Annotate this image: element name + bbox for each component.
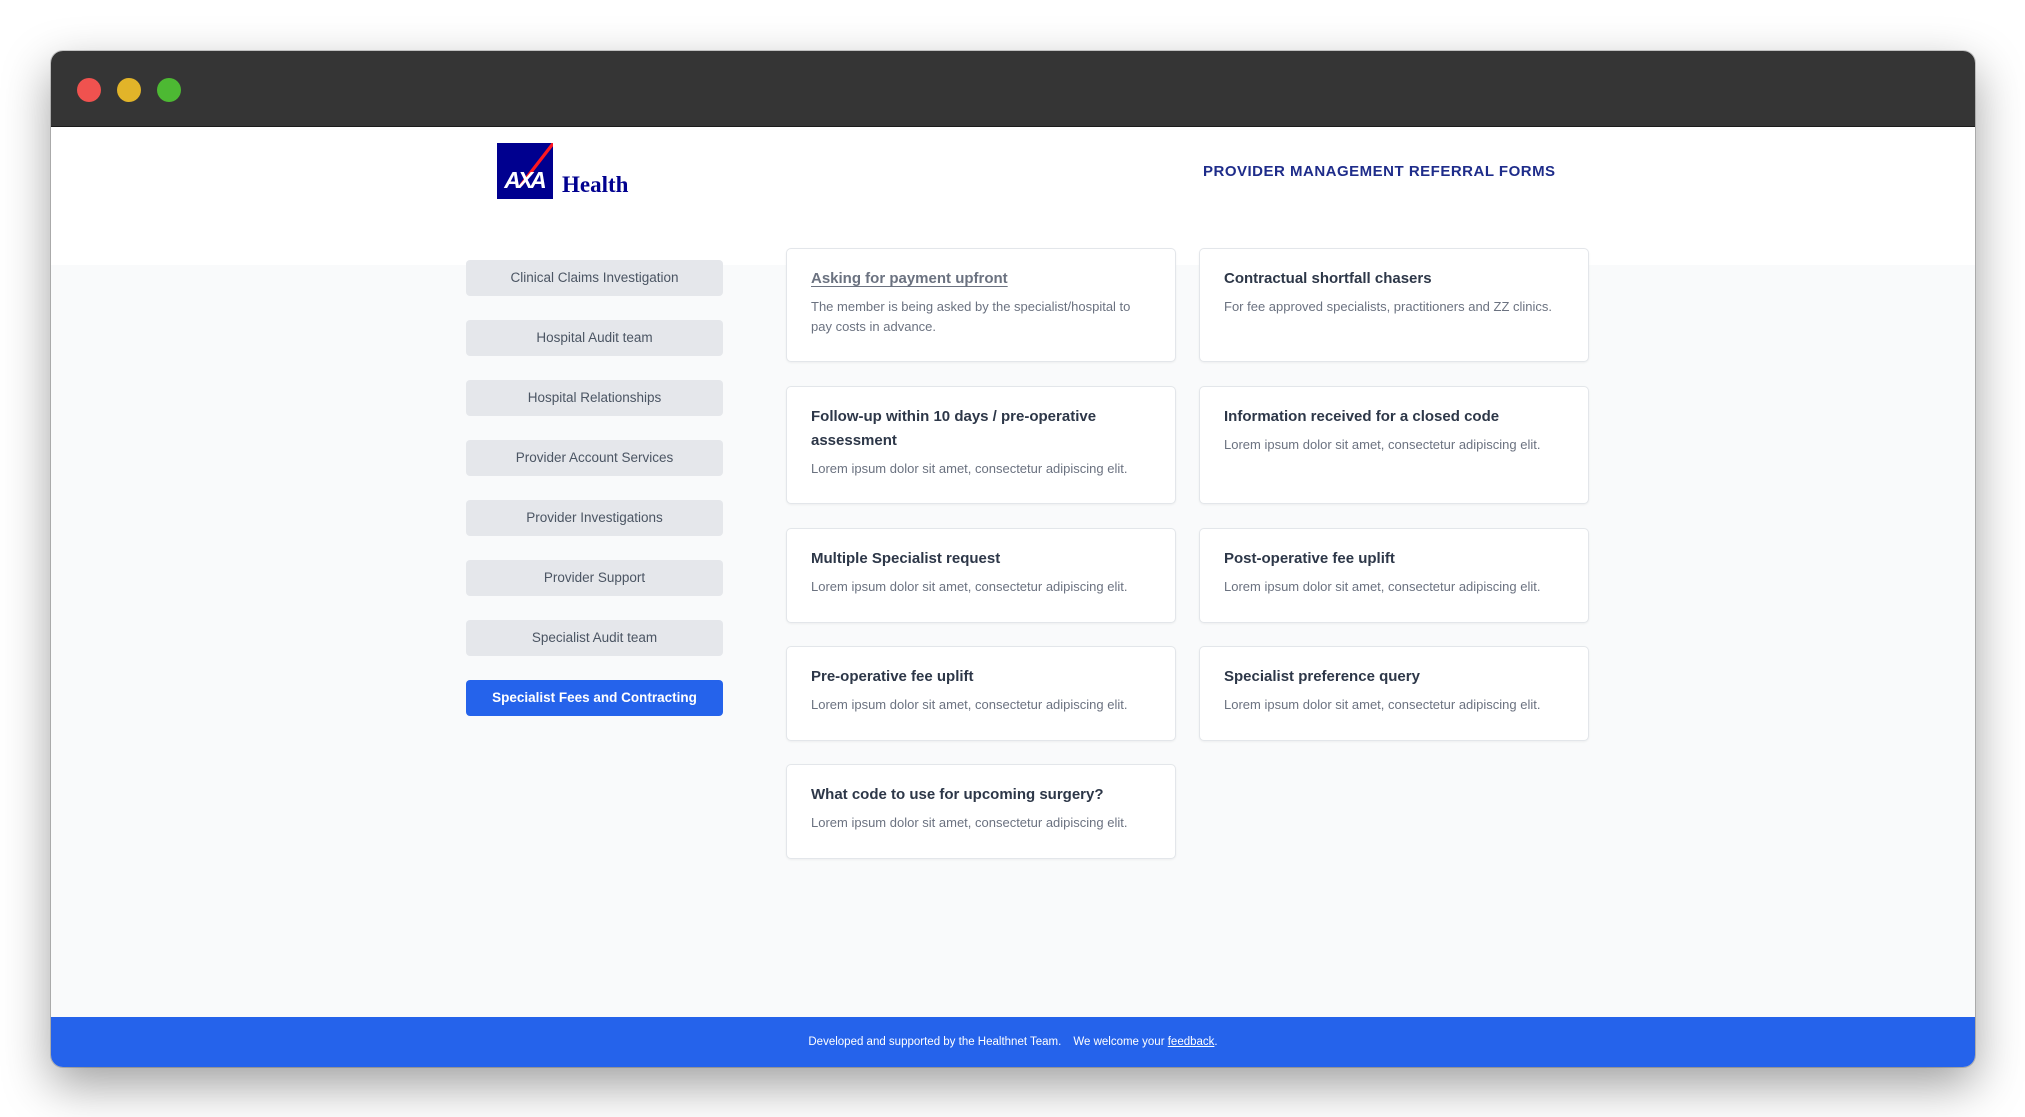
card-description: Lorem ipsum dolor sit amet, consectetur … bbox=[1224, 697, 1541, 712]
sidebar-item-provider-support[interactable]: Provider Support bbox=[466, 560, 723, 596]
card-title-link[interactable]: Asking for payment upfront bbox=[811, 267, 1151, 291]
footer-text: Developed and supported by the Healthnet… bbox=[808, 1036, 1062, 1048]
axa-health-logo[interactable]: AXA Health bbox=[497, 143, 628, 199]
window-titlebar bbox=[51, 51, 1975, 127]
sidebar-item-clinical-claims-investigation[interactable]: Clinical Claims Investigation bbox=[466, 260, 723, 296]
close-window-button[interactable] bbox=[77, 78, 101, 102]
card-description: Lorem ipsum dolor sit amet, consectetur … bbox=[811, 697, 1128, 712]
card-description: Lorem ipsum dolor sit amet, consectetur … bbox=[811, 461, 1128, 476]
minimize-window-button[interactable] bbox=[117, 78, 141, 102]
card-title: Contractual shortfall chasers bbox=[1224, 270, 1432, 287]
form-card[interactable]: Contractual shortfall chasers For fee ap… bbox=[1199, 248, 1589, 362]
card-description: Lorem ipsum dolor sit amet, consectetur … bbox=[811, 815, 1128, 830]
form-card[interactable]: Multiple Specialist request Lorem ipsum … bbox=[786, 528, 1176, 623]
sidebar-item-provider-investigations[interactable]: Provider Investigations bbox=[466, 500, 723, 536]
card-title: What code to use for upcoming surgery? bbox=[811, 786, 1104, 803]
form-card[interactable]: Post-operative fee uplift Lorem ipsum do… bbox=[1199, 528, 1589, 623]
card-title: Follow-up within 10 days / pre-operative… bbox=[811, 408, 1097, 449]
logo-text: Health bbox=[562, 172, 629, 197]
form-card[interactable]: What code to use for upcoming surgery? L… bbox=[786, 764, 1176, 859]
svg-text:AXA: AXA bbox=[503, 167, 545, 193]
page-title: PROVIDER MANAGEMENT REFERRAL FORMS bbox=[1203, 163, 1556, 180]
form-card[interactable]: Asking for payment upfront The member is… bbox=[786, 248, 1176, 362]
card-title: Multiple Specialist request bbox=[811, 550, 1001, 567]
sidebar-item-specialist-fees-and-contracting[interactable]: Specialist Fees and Contracting bbox=[466, 680, 723, 716]
card-title: Pre-operative fee uplift bbox=[811, 668, 974, 685]
sidebar-item-hospital-audit-team[interactable]: Hospital Audit team bbox=[466, 320, 723, 356]
page-footer: Developed and supported by the Healthnet… bbox=[51, 1017, 1975, 1067]
axa-logo-icon: AXA bbox=[497, 143, 553, 199]
card-description: For fee approved specialists, practition… bbox=[1224, 299, 1553, 314]
form-card[interactable]: Pre-operative fee uplift Lorem ipsum dol… bbox=[786, 646, 1176, 741]
feedback-link[interactable]: feedback bbox=[1168, 1036, 1215, 1048]
card-description: Lorem ipsum dolor sit amet, consectetur … bbox=[811, 579, 1128, 594]
card-description: Lorem ipsum dolor sit amet, consectetur … bbox=[1224, 579, 1541, 594]
sidebar-item-hospital-relationships[interactable]: Hospital Relationships bbox=[466, 380, 723, 416]
card-title: Specialist preference query bbox=[1224, 668, 1420, 685]
page-header: AXA Health PROVIDER MANAGEMENT REFERRAL … bbox=[51, 127, 1975, 265]
card-description: Lorem ipsum dolor sit amet, consectetur … bbox=[1224, 437, 1541, 452]
maximize-window-button[interactable] bbox=[157, 78, 181, 102]
card-title: Information received for a closed code bbox=[1224, 408, 1500, 425]
browser-window: AXA Health PROVIDER MANAGEMENT REFERRAL … bbox=[51, 51, 1975, 1067]
form-card[interactable]: Specialist preference query Lorem ipsum … bbox=[1199, 646, 1589, 741]
footer-period: . bbox=[1214, 1036, 1218, 1048]
footer-welcome-text: We welcome your bbox=[1073, 1036, 1165, 1048]
card-description: The member is being asked by the special… bbox=[811, 299, 1131, 334]
sidebar-item-specialist-audit-team[interactable]: Specialist Audit team bbox=[466, 620, 723, 656]
form-card[interactable]: Information received for a closed code L… bbox=[1199, 386, 1589, 504]
sidebar: Clinical Claims Investigation Hospital A… bbox=[466, 260, 723, 740]
card-title: Post-operative fee uplift bbox=[1224, 550, 1395, 567]
form-card[interactable]: Follow-up within 10 days / pre-operative… bbox=[786, 386, 1176, 504]
sidebar-item-provider-account-services[interactable]: Provider Account Services bbox=[466, 440, 723, 476]
